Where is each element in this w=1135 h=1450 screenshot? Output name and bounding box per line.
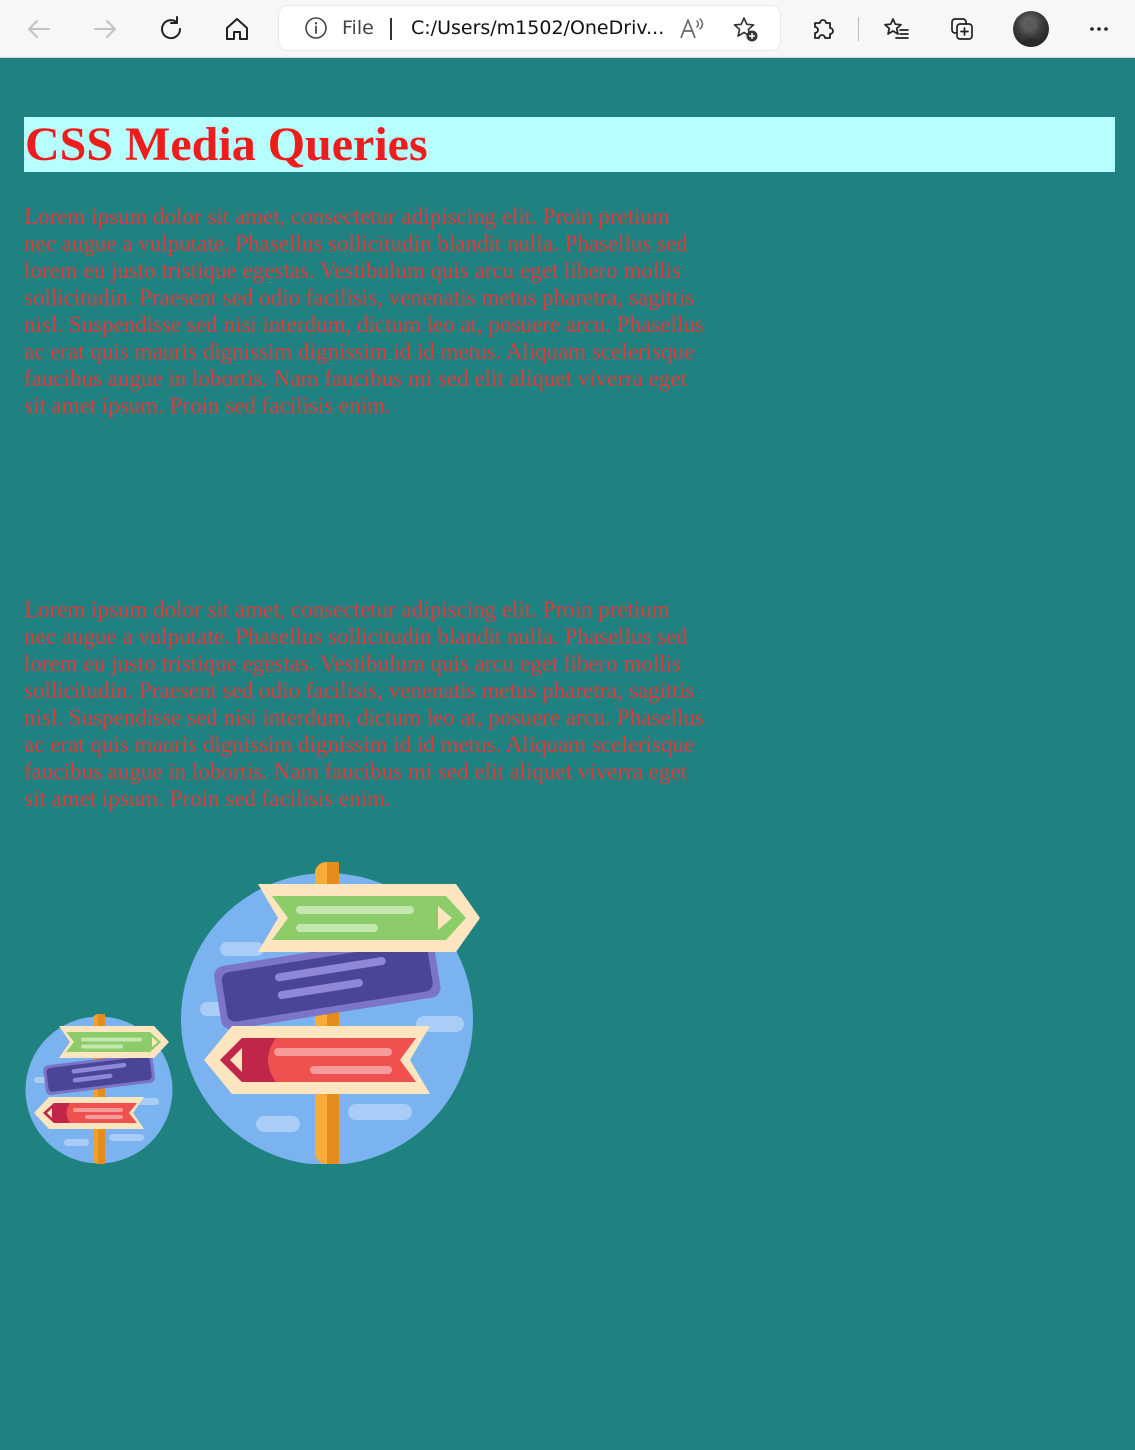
arrow-left-icon: [28, 20, 50, 38]
home-icon: [226, 18, 248, 40]
home-button[interactable]: [221, 13, 253, 45]
body-paragraph: Lorem ipsum dolor sit amet, consectetur …: [24, 597, 704, 811]
address-scheme-label: File: [342, 17, 374, 39]
more-button[interactable]: [1083, 13, 1115, 45]
puzzle-icon: [814, 19, 834, 39]
signpost-icon: [25, 1014, 173, 1164]
address-separator: [390, 18, 392, 40]
arrow-right-icon: [94, 20, 116, 38]
read-aloud-icon[interactable]: [679, 16, 707, 42]
collections-button[interactable]: [946, 13, 978, 45]
refresh-button[interactable]: [155, 13, 187, 45]
browser-toolbar: File C:/Users/m1502/OneDriv...: [0, 0, 1135, 58]
address-url[interactable]: C:/Users/m1502/OneDriv...: [411, 17, 664, 39]
info-icon[interactable]: [304, 16, 328, 40]
forward-button[interactable]: [89, 13, 121, 45]
back-button[interactable]: [23, 13, 55, 45]
star-plus-icon[interactable]: [731, 15, 759, 43]
profile-avatar[interactable]: [1013, 11, 1049, 47]
address-bar[interactable]: File C:/Users/m1502/OneDriv...: [279, 6, 780, 50]
favorites-button[interactable]: [880, 13, 912, 45]
extensions-button[interactable]: [807, 13, 839, 45]
user-photo-icon: [1019, 19, 1043, 47]
body-paragraph: Lorem ipsum dolor sit amet, consectetur …: [24, 204, 704, 418]
collections-icon: [951, 18, 973, 40]
page-title: CSS Media Queries: [24, 117, 1115, 172]
more-dots-icon: [1090, 27, 1108, 31]
signpost-icon: [181, 862, 480, 1164]
toolbar-divider: [858, 17, 859, 41]
favorites-list-icon: [884, 18, 909, 39]
refresh-icon: [161, 16, 182, 40]
